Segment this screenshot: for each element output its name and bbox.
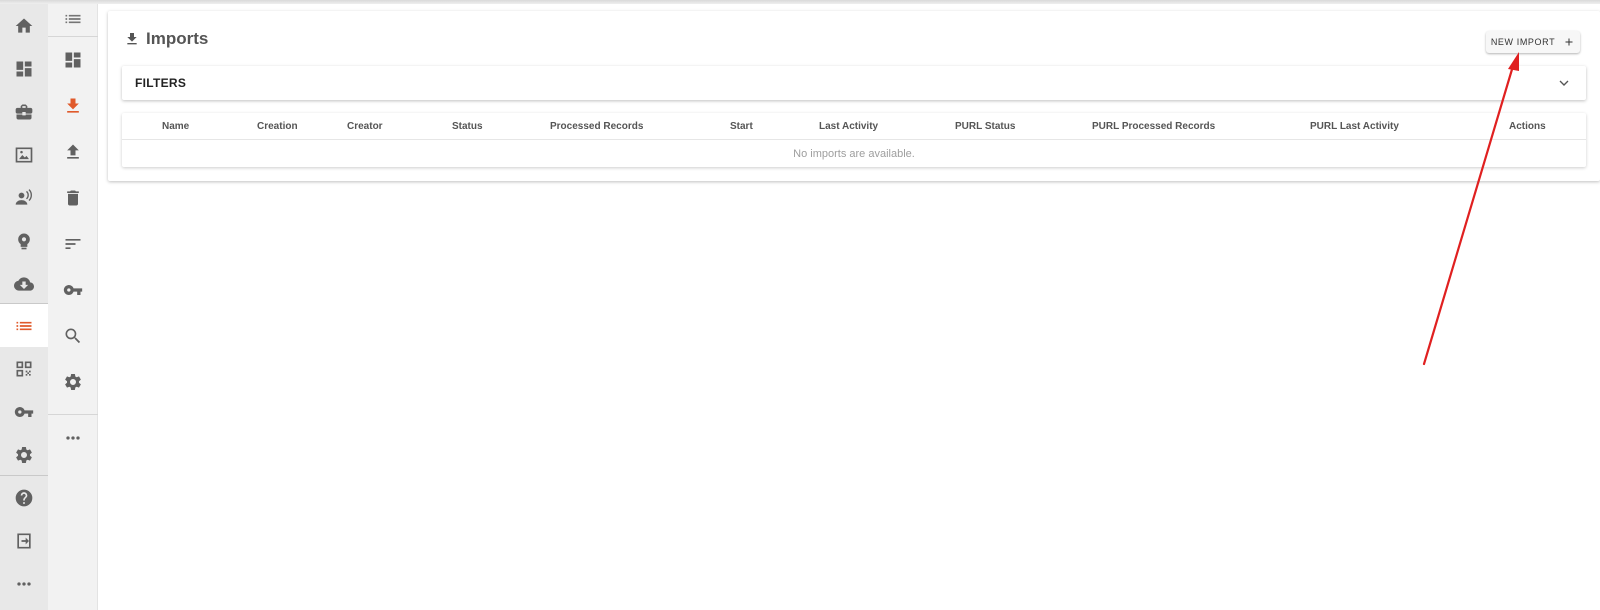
table-header: Name Creation Creator Status Processed R… (122, 113, 1586, 140)
subnav-download[interactable] (48, 83, 98, 129)
subnav-upload[interactable] (48, 129, 98, 175)
nav-image-frame[interactable] (0, 133, 48, 176)
column-header-purl-processed-records[interactable]: PURL Processed Records (1092, 121, 1215, 132)
nav-qr-code[interactable] (0, 347, 48, 390)
filters-label: FILTERS (135, 76, 187, 90)
wireless-user-icon (15, 188, 32, 205)
home-icon (15, 18, 33, 33)
exit-icon (17, 533, 31, 548)
top-border (0, 0, 1600, 4)
dashboard-icon (16, 61, 32, 76)
upload-icon (67, 144, 79, 159)
key-icon (63, 285, 83, 295)
qr-code-icon (16, 361, 32, 376)
subnav-trash[interactable] (48, 175, 98, 221)
filters-panel[interactable]: FILTERS (122, 66, 1586, 100)
subnav-key[interactable] (48, 267, 98, 313)
subnav-more[interactable] (48, 415, 98, 461)
nav-help[interactable] (0, 476, 48, 519)
secondary-nav (48, 4, 98, 610)
empty-state-message: No imports are available. (793, 147, 915, 160)
column-header-start[interactable]: Start (730, 121, 753, 132)
new-import-label: NEW IMPORT (1490, 37, 1556, 47)
nav-key[interactable] (0, 390, 48, 433)
nav-list[interactable] (0, 304, 48, 347)
trash-icon (67, 190, 79, 206)
search-icon (65, 328, 81, 344)
nav-exit[interactable] (0, 519, 48, 562)
dashboard-icon (65, 52, 81, 68)
column-header-status[interactable]: Status (452, 121, 483, 132)
chevron-down-icon[interactable] (1556, 75, 1572, 91)
column-header-purl-status[interactable]: PURL Status (955, 121, 1015, 132)
imports-table: Name Creation Creator Status Processed R… (122, 113, 1586, 167)
nav-briefcase[interactable] (0, 90, 48, 133)
nav-dashboard[interactable] (0, 47, 48, 90)
gear-icon (16, 446, 32, 463)
nav-wireless-user[interactable] (0, 176, 48, 219)
nav-cloud-download[interactable] (0, 262, 48, 305)
sort-icon (65, 239, 81, 249)
page-header: Imports (124, 29, 208, 49)
help-icon (15, 489, 33, 506)
subnav-search[interactable] (48, 313, 98, 359)
column-header-purl-last-activity[interactable]: PURL Last Activity (1310, 121, 1399, 132)
key-icon (14, 406, 34, 417)
bulb-head-icon (18, 233, 30, 249)
nav-home[interactable] (0, 4, 48, 47)
subnav-settings[interactable] (48, 359, 98, 405)
nav-settings[interactable] (0, 433, 48, 476)
nav-bulb-head[interactable] (0, 219, 48, 262)
column-header-creation[interactable]: Creation (257, 121, 298, 132)
page-title: Imports (146, 29, 209, 48)
download-icon (67, 98, 79, 113)
subnav-sort[interactable] (48, 221, 98, 267)
subnav-dashboard[interactable] (48, 37, 98, 83)
list-icon (16, 321, 32, 330)
cloud-download-icon (14, 276, 34, 291)
new-import-button[interactable]: NEW IMPORT (1486, 31, 1580, 53)
briefcase-icon (15, 104, 33, 119)
column-header-processed-records[interactable]: Processed Records (550, 121, 643, 132)
primary-nav (0, 4, 48, 610)
column-header-actions: Actions (1509, 121, 1546, 132)
more-icon (66, 436, 80, 440)
column-header-last-activity[interactable]: Last Activity (819, 121, 878, 132)
column-header-name[interactable]: Name (162, 121, 189, 132)
more-icon (17, 581, 31, 586)
image-frame-icon (15, 147, 33, 162)
list-icon (65, 14, 81, 24)
download-icon (127, 33, 137, 45)
column-header-creator[interactable]: Creator (347, 121, 383, 132)
gear-icon (65, 373, 81, 390)
imports-card: Imports NEW IMPORT FILTERS Name Creation… (108, 11, 1600, 181)
nav-more[interactable] (0, 562, 48, 605)
plus-icon (1565, 38, 1573, 46)
